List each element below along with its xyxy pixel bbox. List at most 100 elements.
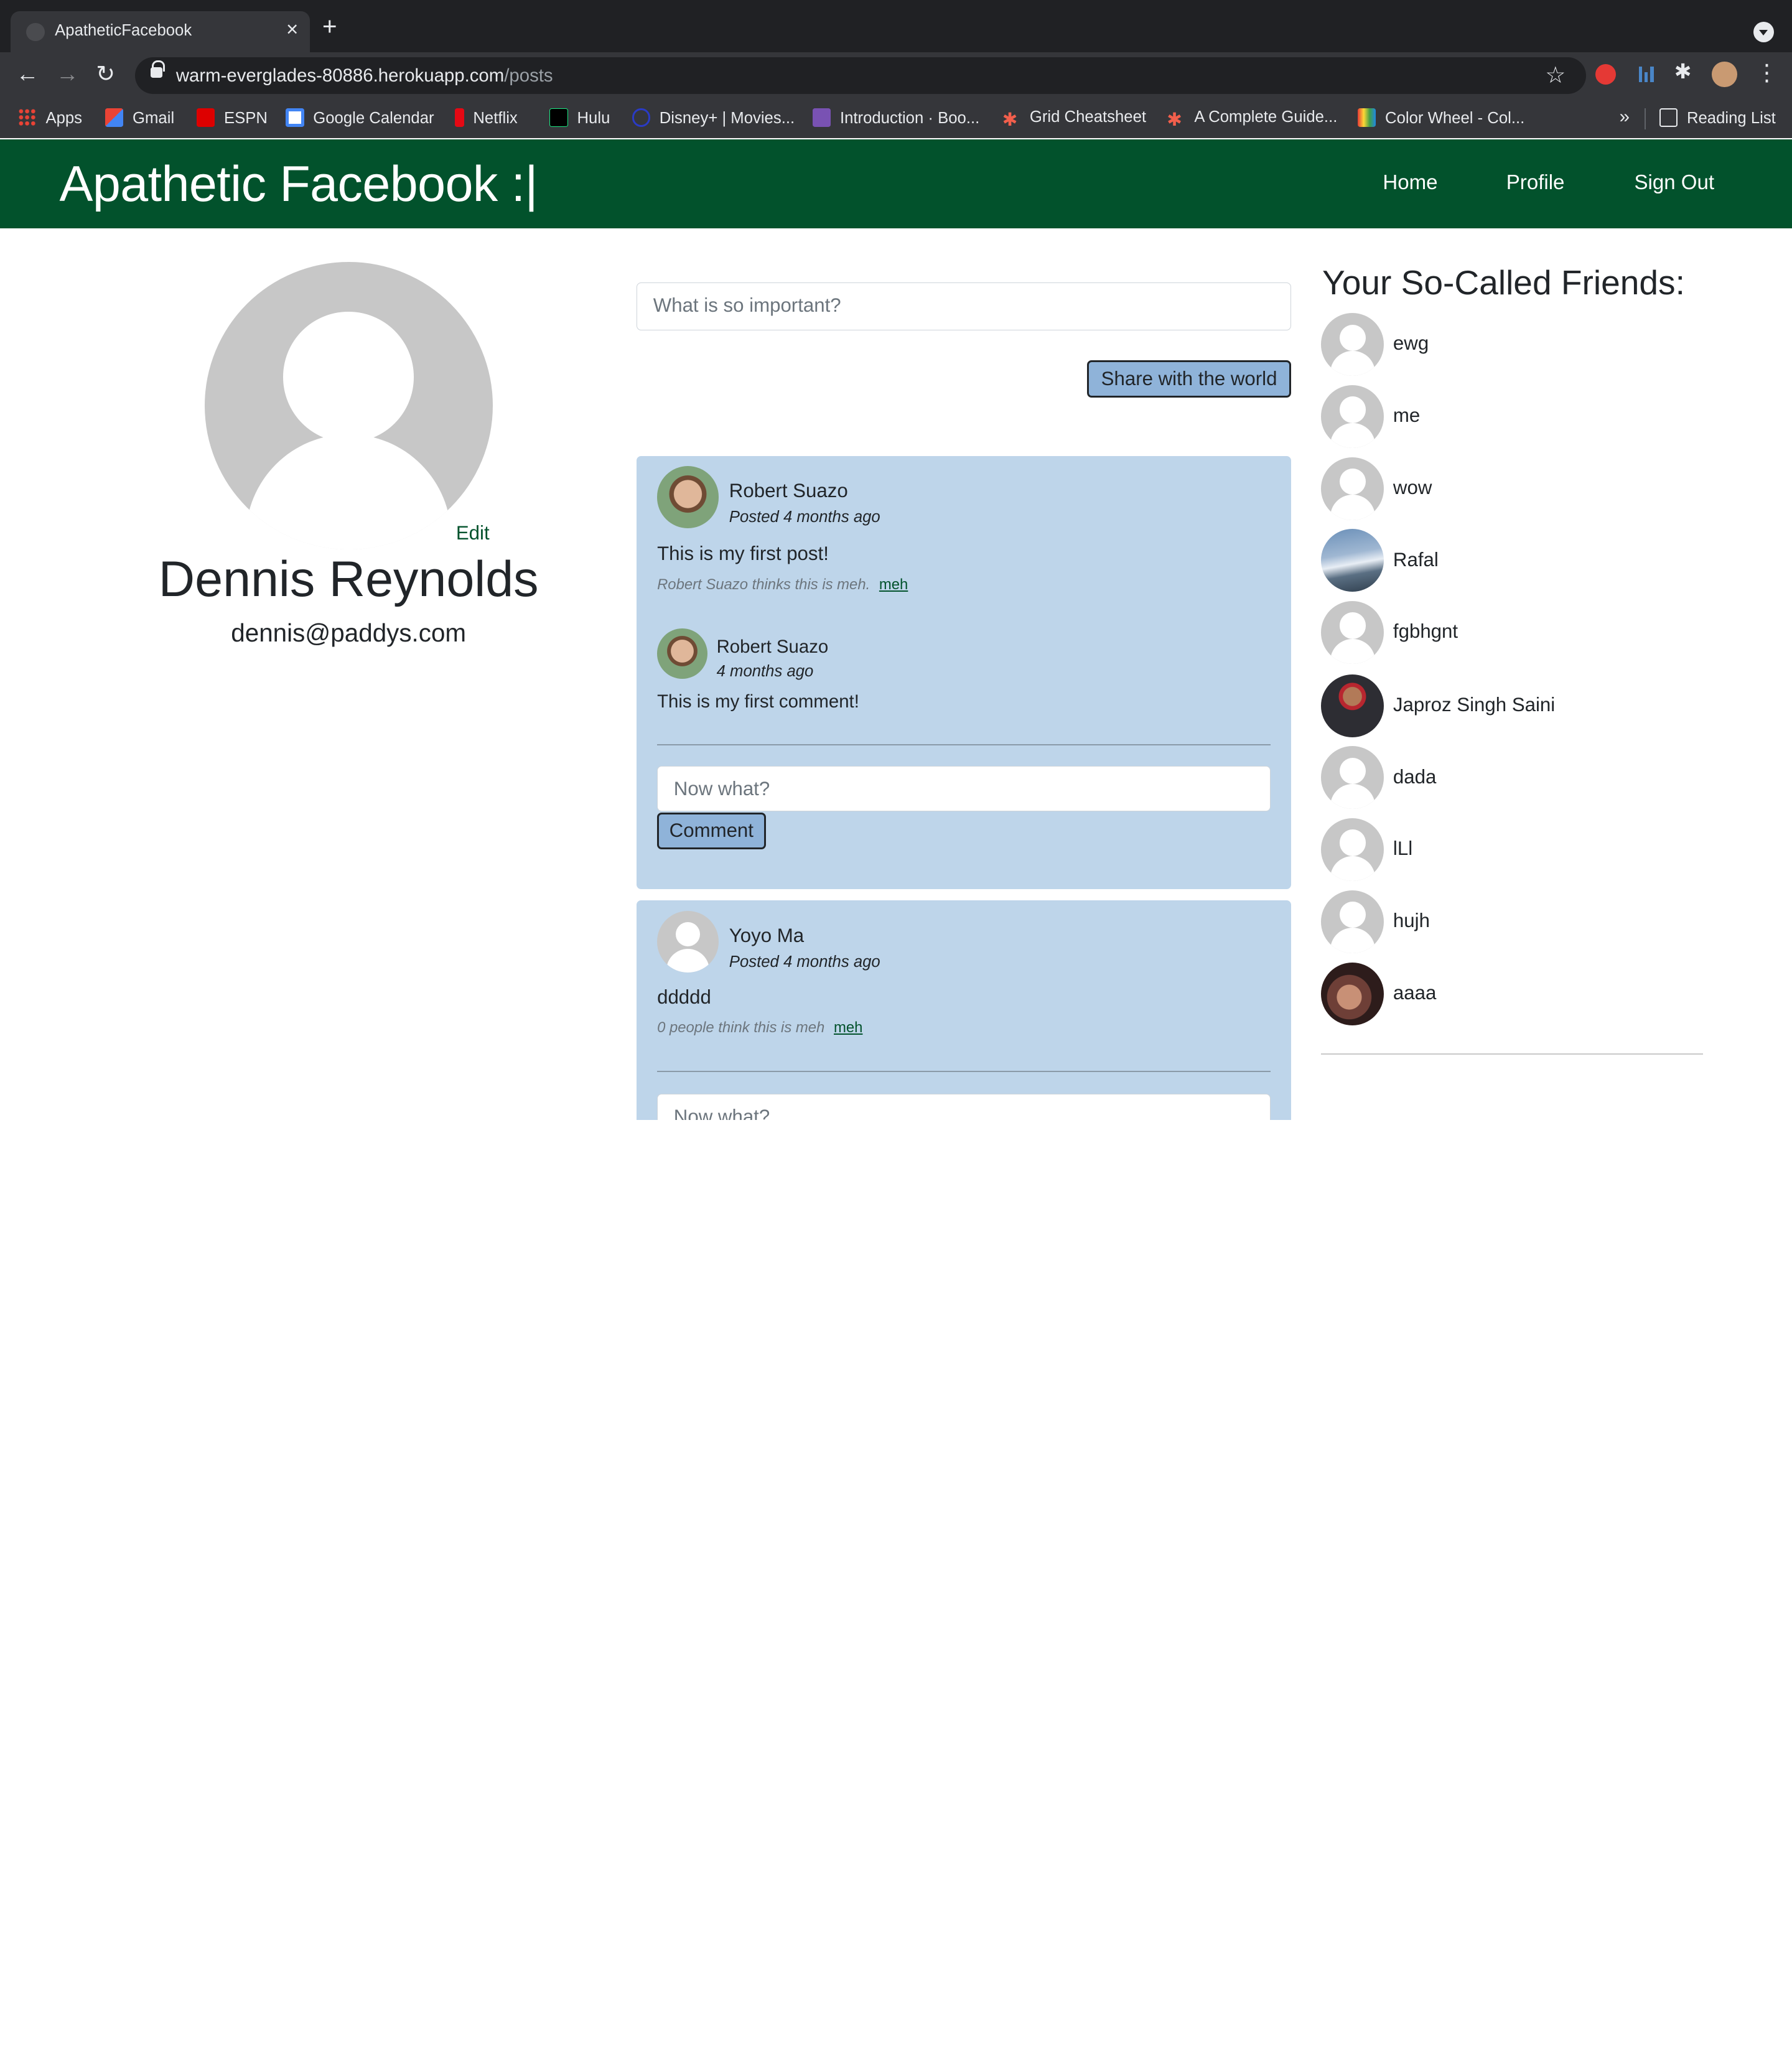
friend-avatar: [1321, 457, 1384, 520]
friend-name: fgbhgnt: [1393, 620, 1458, 643]
bookmark-grid-cheatsheet[interactable]: ✱ Grid Cheatsheet: [1002, 108, 1146, 129]
friends-title: Your So-Called Friends:: [1322, 263, 1685, 302]
bookmark-netflix[interactable]: Netflix: [455, 108, 518, 128]
bookmark-hulu[interactable]: Hulu: [549, 108, 610, 128]
reading-list-label: Reading List: [1686, 110, 1776, 128]
bars-extension-icon[interactable]: [1636, 64, 1657, 85]
friend-item[interactable]: lLl: [1321, 818, 1709, 882]
friends-divider: [1321, 1053, 1703, 1055]
bookmark-star-icon[interactable]: ☆: [1545, 62, 1566, 88]
more-bookmarks-icon[interactable]: »: [1620, 106, 1630, 128]
friend-avatar: [1321, 601, 1384, 665]
profile-avatar-icon[interactable]: [1712, 62, 1737, 87]
bookmarks-divider: [1645, 108, 1646, 129]
bookmark-gmail[interactable]: Gmail: [105, 108, 174, 128]
menu-dots-icon[interactable]: ⋮: [1755, 60, 1778, 85]
bookmark-complete-guide[interactable]: ✱ A Complete Guide...: [1167, 108, 1337, 129]
friend-item[interactable]: Rafal: [1321, 529, 1709, 592]
friend-avatar: [1321, 674, 1384, 737]
bookmark-google-calendar[interactable]: Google Calendar: [286, 108, 434, 128]
bookmark-apps[interactable]: Apps: [18, 108, 82, 128]
adblock-extension-icon[interactable]: [1595, 63, 1617, 85]
app-navbar: Apathetic Facebook :| Home Profile Sign …: [0, 139, 1792, 229]
bookmark-label: Apps: [45, 110, 83, 128]
friend-avatar: [1321, 746, 1384, 809]
post-text: ddddd: [657, 986, 711, 1009]
bookmark-espn[interactable]: ESPN: [196, 108, 268, 128]
meh-status-text: Robert Suazo thinks this is meh.: [657, 576, 870, 593]
friend-item[interactable]: me: [1321, 385, 1709, 448]
comment-input[interactable]: Now what?: [657, 765, 1271, 812]
bookmark-label: Google Calendar: [313, 110, 434, 128]
address-bar[interactable]: warm-everglades-80886.herokuapp.com/post…: [134, 57, 1587, 94]
meh-status: 0 people think this is meh meh: [657, 1019, 862, 1037]
post-card: Robert Suazo Posted 4 months ago This is…: [637, 455, 1292, 889]
post-author[interactable]: Yoyo Ma: [729, 925, 804, 947]
nav-home[interactable]: Home: [1383, 171, 1437, 195]
post-author[interactable]: Robert Suazo: [729, 480, 848, 502]
bookmark-label: Hulu: [577, 110, 610, 128]
meh-link[interactable]: meh: [879, 576, 908, 593]
nav-sign-out[interactable]: Sign Out: [1634, 171, 1714, 195]
tab-search-icon[interactable]: [1753, 21, 1774, 42]
bookmark-label: Introduction · Boo...: [839, 110, 980, 128]
friend-name: hujh: [1393, 910, 1430, 931]
friend-item[interactable]: ewg: [1321, 313, 1709, 376]
lock-icon: [151, 60, 165, 78]
friend-avatar: [1321, 890, 1384, 953]
bookmark-label: Netflix: [473, 110, 518, 128]
friend-item[interactable]: Japroz Singh Saini: [1321, 674, 1709, 737]
asterisk-icon: ✱: [1002, 109, 1018, 130]
comment-button[interactable]: Comment: [657, 812, 766, 849]
bookmark-disney[interactable]: Disney+ | Movies...: [632, 108, 795, 128]
friend-name: Japroz Singh Saini: [1393, 693, 1556, 716]
bookmark-label: Disney+ | Movies...: [659, 110, 795, 128]
back-arrow-icon[interactable]: ←: [16, 61, 39, 86]
post-card: Yoyo Ma Posted 4 months ago ddddd 0 peop…: [637, 900, 1292, 1120]
bootstrap-icon: [812, 108, 831, 127]
extensions-puzzle-icon[interactable]: ✱: [1674, 62, 1695, 82]
espn-icon: [196, 108, 215, 127]
color-wheel-icon: [1357, 108, 1376, 127]
tab-favicon-icon: [26, 22, 45, 42]
friend-item[interactable]: wow: [1321, 457, 1709, 520]
reload-icon[interactable]: ↻: [96, 61, 115, 86]
post-divider: [657, 744, 1271, 745]
comment-timestamp: 4 months ago: [716, 663, 814, 681]
nav-profile[interactable]: Profile: [1506, 171, 1565, 195]
bookmark-bootstrap[interactable]: Introduction · Boo...: [812, 108, 980, 128]
new-post-input[interactable]: What is so important?: [637, 282, 1292, 330]
friend-avatar: [1321, 385, 1384, 448]
new-tab-icon[interactable]: +: [322, 13, 337, 38]
comment-author[interactable]: Robert Suazo: [717, 637, 829, 658]
comment-text: This is my first comment!: [657, 691, 859, 712]
hulu-icon: [549, 108, 568, 127]
meh-status-text: 0 people think this is meh: [657, 1019, 825, 1037]
friend-name: ewg: [1393, 332, 1429, 355]
author-avatar[interactable]: [657, 910, 719, 973]
reading-list[interactable]: Reading List: [1659, 108, 1776, 128]
friend-name: aaaa: [1393, 981, 1437, 1004]
brand-title[interactable]: Apathetic Facebook :|: [60, 156, 538, 213]
friend-item[interactable]: hujh: [1321, 890, 1709, 953]
friend-name: Rafal: [1393, 548, 1439, 571]
share-button[interactable]: Share with the world: [1086, 360, 1292, 398]
friend-item[interactable]: dada: [1321, 746, 1709, 809]
friend-avatar: [1321, 818, 1384, 882]
close-icon[interactable]: ×: [286, 18, 298, 42]
author-avatar[interactable]: [657, 466, 719, 528]
meh-status: Robert Suazo thinks this is meh. meh: [657, 576, 908, 594]
bookmark-label: A Complete Guide...: [1194, 108, 1338, 126]
post-timestamp: Posted 4 months ago: [729, 953, 880, 971]
browser-tab[interactable]: ApatheticFacebook ×: [10, 11, 310, 53]
browser-tabstrip: ApatheticFacebook × +: [0, 0, 1792, 53]
edit-profile-link[interactable]: Edit: [456, 522, 490, 544]
friend-item[interactable]: fgbhgnt: [1321, 601, 1709, 665]
friend-item[interactable]: aaaa: [1321, 962, 1709, 1025]
comment-input[interactable]: Now what?: [657, 1093, 1271, 1120]
tab-title: ApatheticFacebook: [55, 21, 192, 39]
forward-arrow-icon[interactable]: →: [56, 61, 79, 86]
meh-link[interactable]: meh: [834, 1019, 862, 1036]
comment-author-avatar[interactable]: [657, 628, 707, 679]
bookmark-color-wheel[interactable]: Color Wheel - Col...: [1357, 108, 1524, 128]
